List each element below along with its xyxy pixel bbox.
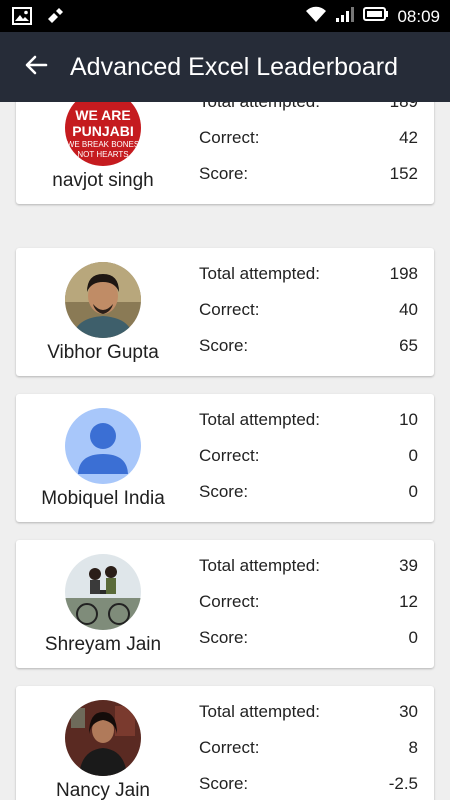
- avatar-text-line-4: NOT HEARTS: [77, 150, 128, 159]
- correct-label: Correct:: [199, 128, 260, 147]
- arrow-left-icon: [24, 53, 48, 82]
- image-icon: [12, 7, 32, 30]
- total-attempted-value: 189: [390, 102, 418, 112]
- score-label: Score:: [199, 164, 249, 183]
- avatar: [65, 262, 141, 338]
- total-attempted-value: 10: [399, 410, 418, 429]
- correct-value: 8: [408, 738, 418, 757]
- leaderboard-card[interactable]: Nancy Jain Total attempted: 30 Correct: …: [16, 686, 434, 800]
- total-attempted-label: Total attempted:: [199, 102, 320, 112]
- user-name: Nancy Jain: [56, 780, 150, 800]
- total-attempted-label: Total attempted:: [199, 264, 320, 283]
- total-attempted-label: Total attempted:: [199, 556, 320, 575]
- avatar-text-line-2: PUNJABI: [72, 123, 133, 139]
- wifi-icon: [305, 5, 327, 28]
- leaderboard-card[interactable]: Shreyam Jain Total attempted: 39 Correct…: [16, 540, 434, 668]
- score-label: Score:: [199, 774, 249, 793]
- total-attempted-value: 198: [389, 264, 418, 283]
- avatar: WE ARE PUNJABI WE BREAK BONES NOT HEARTS: [65, 102, 141, 166]
- correct-value: 12: [399, 592, 418, 611]
- avatar: [65, 700, 141, 776]
- leaderboard-card[interactable]: Vibhor Gupta Total attempted: 198 Correc…: [16, 248, 434, 376]
- score-value: 0: [408, 628, 418, 647]
- score-value: 0: [408, 482, 418, 501]
- correct-value: 0: [408, 446, 418, 465]
- total-attempted-label: Total attempted:: [199, 702, 320, 721]
- back-button[interactable]: [20, 51, 52, 83]
- battery-icon: [363, 6, 389, 27]
- signal-icon: [335, 5, 355, 28]
- score-value: 152: [389, 164, 418, 183]
- page-title: Advanced Excel Leaderboard: [70, 52, 399, 81]
- status-time: 08:09: [397, 6, 440, 26]
- leaderboard-card[interactable]: WE ARE PUNJABI WE BREAK BONES NOT HEARTS…: [16, 102, 434, 204]
- correct-label: Correct:: [199, 446, 260, 465]
- total-attempted-value: 39: [399, 556, 418, 575]
- score-label: Score:: [199, 336, 249, 355]
- user-name: navjot singh: [52, 170, 154, 191]
- correct-value: 40: [399, 300, 418, 319]
- avatar: [65, 408, 141, 484]
- correct-label: Correct:: [199, 300, 260, 319]
- avatar: [65, 554, 141, 630]
- leaderboard-list[interactable]: WE ARE PUNJABI WE BREAK BONES NOT HEARTS…: [0, 102, 450, 800]
- score-value: -2.5: [388, 774, 418, 793]
- leaderboard-card[interactable]: Mobiquel India Total attempted: 10 Corre…: [16, 394, 434, 522]
- user-name: Vibhor Gupta: [47, 342, 159, 363]
- correct-value: 42: [399, 128, 418, 147]
- avatar-text-line-1: WE ARE: [75, 107, 130, 123]
- user-name: Mobiquel India: [41, 488, 165, 509]
- status-bar: 08:09: [0, 0, 450, 32]
- tool-icon: [46, 7, 64, 30]
- avatar-text-line-3: WE BREAK BONES: [67, 140, 139, 149]
- total-attempted-value: 30: [399, 702, 418, 721]
- score-value: 65: [399, 336, 418, 355]
- correct-label: Correct:: [199, 738, 260, 757]
- score-label: Score:: [199, 482, 249, 501]
- score-label: Score:: [199, 628, 249, 647]
- app-bar: Advanced Excel Leaderboard: [0, 32, 450, 102]
- correct-label: Correct:: [199, 592, 260, 611]
- user-name: Shreyam Jain: [44, 634, 162, 655]
- total-attempted-label: Total attempted:: [199, 410, 320, 429]
